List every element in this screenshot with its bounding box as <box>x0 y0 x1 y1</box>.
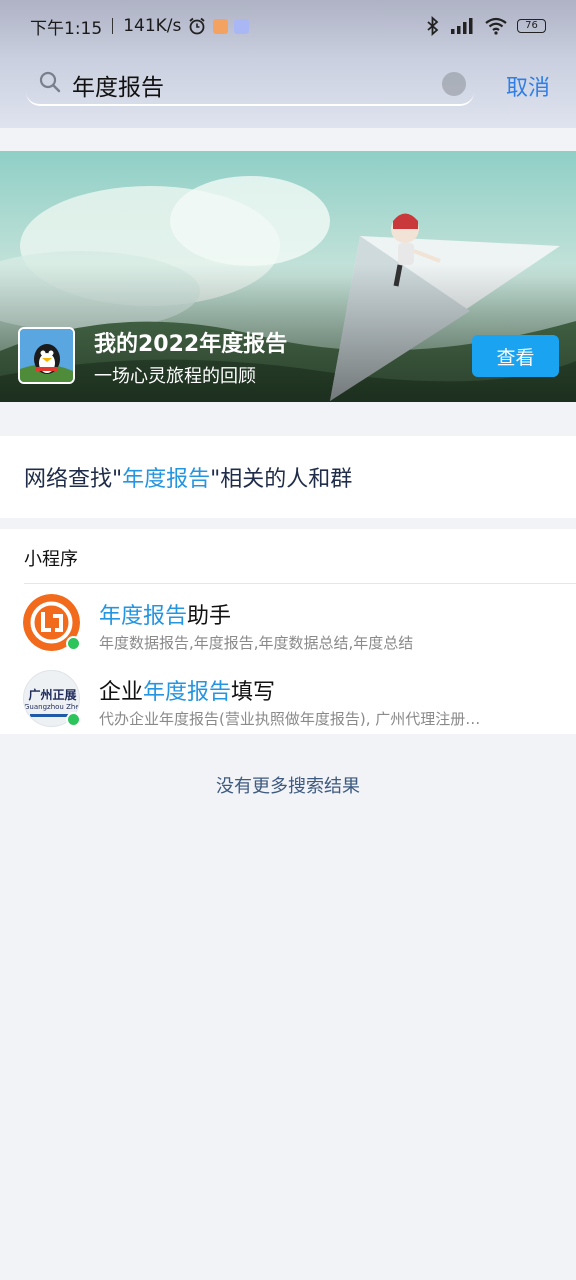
name-suffix: 助手 <box>187 604 232 629</box>
search-input[interactable]: 年度报告 <box>26 62 474 106</box>
mini-programs-section: 小程序 年度报告助手 年度数据报告,年度报告,年度数据总结,年度总结 广州正展 … <box>0 529 576 734</box>
mini-program-desc: 年度数据报告,年度报告,年度数据总结,年度总结 <box>99 634 414 652</box>
banner-title: 我的2022年度报告 <box>94 332 288 357</box>
mini-program-badge-icon <box>66 636 81 651</box>
name-prefix: 企业 <box>99 680 144 705</box>
mini-program-name: 年度报告助手 <box>99 598 231 630</box>
search-icon <box>38 70 62 94</box>
bluetooth-icon <box>426 16 440 36</box>
status-net-speed: 141K/s <box>123 16 182 36</box>
name-highlight: 年度报告 <box>143 680 232 705</box>
banner-subtitle: 一场心灵旅程的回顾 <box>94 366 256 387</box>
status-time: 下午1:15 <box>30 18 103 39</box>
alarm-icon <box>187 16 207 36</box>
list-item[interactable]: 广州正展 Guangzhou Zhen 企业年度报告填写 代办企业年度报告(营业… <box>0 668 576 738</box>
status-separator <box>112 18 114 34</box>
no-more-results: 没有更多搜索结果 <box>216 776 360 797</box>
annual-report-banner[interactable]: 我的2022年度报告 一场心灵旅程的回顾 查看 <box>0 151 576 402</box>
mini-program-badge-icon <box>66 712 81 727</box>
search-header: 下午1:15 141K/s 76 年度报告 取消 <box>0 0 576 128</box>
mini-program-name: 企业年度报告填写 <box>99 674 275 706</box>
icon-text: 广州正展 <box>28 688 77 702</box>
list-item[interactable]: 年度报告助手 年度数据报告,年度报告,年度数据总结,年度总结 <box>0 592 576 662</box>
name-suffix: 填写 <box>231 680 276 705</box>
section-title: 小程序 <box>24 549 78 570</box>
network-search-prefix: 网络查找" <box>24 467 123 492</box>
battery-icon: 76 <box>517 19 546 33</box>
mini-app-icon <box>213 18 229 34</box>
status-bar: 下午1:15 141K/s 76 <box>0 0 576 52</box>
clear-icon[interactable] <box>442 72 466 96</box>
network-search-keyword: 年度报告 <box>122 467 211 492</box>
wifi-icon <box>484 16 508 36</box>
network-search-row[interactable]: 网络查找" 年度报告 "相关的人和群 <box>0 436 576 518</box>
cancel-button[interactable]: 取消 <box>506 70 550 102</box>
icon-subtext: Guangzhou Zhen <box>24 703 80 711</box>
search-row: 年度报告 取消 <box>0 62 576 112</box>
signal-icon <box>449 16 475 36</box>
search-query[interactable]: 年度报告 <box>72 68 164 102</box>
section-divider <box>24 583 576 584</box>
name-highlight: 年度报告 <box>99 604 188 629</box>
network-search-suffix: "相关的人和群 <box>210 467 353 492</box>
mini-program-desc: 代办企业年度报告(营业执照做年度报告), 广州代理注册… <box>99 710 481 728</box>
view-button[interactable]: 查看 <box>472 335 559 377</box>
bell-app-icon <box>234 18 250 34</box>
qq-penguin-icon <box>18 327 75 384</box>
